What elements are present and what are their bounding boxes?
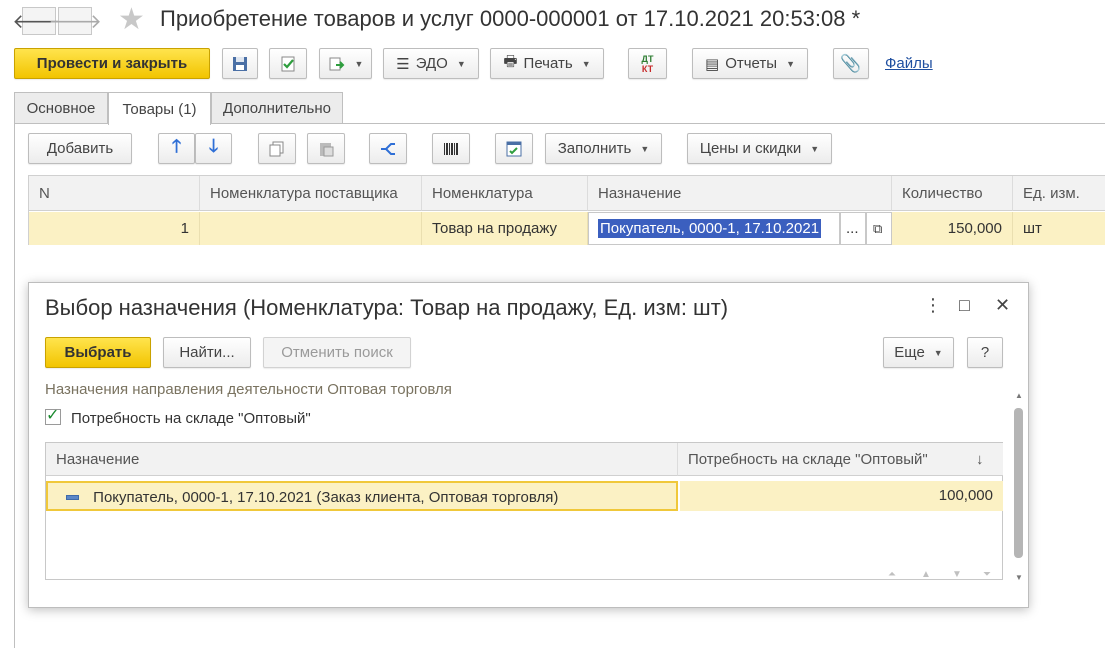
purpose-value: Покупатель, 0000-1, 17.10.2021 — [598, 219, 822, 238]
page-down-icon[interactable]: ▼ — [952, 569, 962, 580]
move-down-button[interactable]: 🡓 — [195, 133, 232, 164]
create-based-icon — [329, 57, 344, 70]
column-header[interactable]: Потребность на складе "Оптовый" — [678, 443, 1003, 476]
purpose-table: Назначение Потребность на складе "Оптовы… — [45, 442, 1003, 580]
purpose-row-cell[interactable]: Покупатель, 0000-1, 17.10.2021 (Заказ кл… — [46, 481, 678, 511]
page-up-icon[interactable]: ▲ — [921, 569, 931, 580]
prices-discounts-button[interactable]: Цены и скидки ▼ — [687, 133, 832, 164]
column-header[interactable]: Номенклатура — [422, 176, 588, 211]
goods-table: N Номенклатура поставщика Номенклатура Н… — [28, 175, 1105, 245]
select-button[interactable]: Выбрать — [45, 337, 151, 368]
move-up-button[interactable]: 🡑 — [158, 133, 195, 164]
dtkt-icon-top: ДТ — [641, 53, 654, 64]
more-options-icon[interactable]: ⋮ — [924, 295, 942, 316]
window-title: Приобретение товаров и услуг 0000-000001… — [160, 6, 861, 31]
copy-row-button[interactable] — [258, 133, 296, 164]
find-button[interactable]: Найти... — [163, 337, 251, 368]
item-marker-icon — [66, 494, 79, 500]
more-button[interactable]: Еще ▼ — [883, 337, 954, 368]
reports-button[interactable]: ▤ Отчеты ▼ — [692, 48, 808, 79]
split-row-button[interactable] — [369, 133, 407, 164]
purpose-select-button[interactable]: ... — [840, 212, 866, 245]
chevron-down-icon: ▼ — [933, 347, 943, 358]
scroll-up-arrow[interactable]: ▲ — [1015, 391, 1023, 400]
chevron-down-icon: ▼ — [581, 58, 591, 69]
chevron-down-icon: ▼ — [354, 58, 364, 69]
purpose-cell[interactable]: Покупатель, 0000-1, 17.10.2021 — [588, 212, 840, 245]
selection-list-icon — [506, 141, 522, 156]
floppy-icon — [233, 56, 247, 71]
post-document-icon — [281, 56, 295, 71]
purpose-open-button[interactable]: ⧉ — [866, 212, 892, 245]
open-form-icon: ⧉ — [873, 221, 883, 236]
paste-icon — [320, 142, 334, 156]
cancel-search-button[interactable]: Отменить поиск — [263, 337, 411, 368]
arrow-down-icon: 🡓 — [208, 135, 219, 156]
reports-icon: ▤ — [705, 55, 720, 73]
chevron-down-icon: ▼ — [640, 143, 650, 154]
need-filter-label[interactable]: Потребность на складе "Оптовый" — [71, 410, 311, 427]
attach-button[interactable]: 📎 — [833, 48, 869, 79]
scrollbar-thumb[interactable] — [1014, 408, 1023, 558]
forward-button[interactable]: 🡒 — [48, 7, 102, 35]
barcode-icon — [444, 142, 458, 155]
column-header[interactable]: Назначение — [588, 176, 892, 211]
tab-goods[interactable]: Товары (1) — [108, 92, 211, 125]
column-header[interactable]: Номенклатура поставщика — [200, 176, 422, 211]
chevron-down-icon: ▼ — [456, 58, 466, 69]
edo-button[interactable]: ☰ ЭДО ▼ — [383, 48, 479, 79]
help-button[interactable]: ? — [967, 337, 1003, 368]
column-header[interactable]: Назначение — [46, 443, 678, 476]
column-header[interactable]: N — [29, 176, 200, 211]
files-link[interactable]: Файлы — [885, 55, 933, 72]
column-header[interactable]: Количество — [892, 176, 1013, 211]
barcode-button[interactable] — [432, 133, 470, 164]
supplier-item-cell[interactable] — [200, 212, 422, 245]
arrow-right-icon: 🡒 — [48, 10, 102, 33]
scroll-down-arrow[interactable]: ▼ — [1015, 573, 1023, 582]
tab-main[interactable]: Основное — [14, 92, 108, 123]
edo-icon: ☰ — [396, 55, 410, 73]
sort-desc-icon: ↓ — [976, 451, 984, 468]
quantity-cell[interactable]: 150,000 — [892, 212, 1013, 245]
post-and-close-button[interactable]: Провести и закрыть — [14, 48, 210, 79]
split-icon — [381, 142, 395, 155]
item-cell[interactable]: Товар на продажу — [422, 212, 588, 245]
copy-icon — [269, 141, 284, 156]
post-button[interactable] — [269, 48, 307, 79]
row-number: 1 — [29, 212, 200, 245]
paperclip-icon: 📎 — [840, 53, 862, 73]
maximize-icon[interactable]: □ — [959, 295, 970, 316]
need-filter-checkbox[interactable]: ✓ — [45, 408, 61, 425]
dialog-title: Выбор назначения (Номенклатура: Товар на… — [45, 295, 729, 320]
create-based-on-button[interactable]: ▼ — [319, 48, 372, 79]
purpose-selection-dialog: Выбор назначения (Номенклатура: Товар на… — [28, 282, 1029, 608]
arrow-up-icon: 🡑 — [171, 135, 182, 156]
chevron-down-icon: ▼ — [810, 143, 820, 154]
select-items-button[interactable] — [495, 133, 533, 164]
unit-cell[interactable]: шт — [1013, 212, 1105, 245]
close-icon[interactable]: ✕ — [995, 295, 1010, 316]
dtkt-icon-bottom: КТ — [641, 63, 654, 74]
last-page-icon[interactable]: ⏷ — [983, 569, 991, 580]
column-header[interactable]: Ед. изм. — [1013, 176, 1105, 211]
purpose-row-text: Покупатель, 0000-1, 17.10.2021 (Заказ кл… — [93, 489, 559, 506]
printer-icon: 🖶 — [503, 53, 518, 70]
tab-additional[interactable]: Дополнительно — [211, 92, 343, 123]
need-cell[interactable]: 100,000 — [680, 481, 1003, 511]
paste-row-button[interactable] — [307, 133, 345, 164]
fill-button[interactable]: Заполнить ▼ — [545, 133, 662, 164]
print-button[interactable]: 🖶 Печать ▼ — [490, 48, 604, 79]
group-title: Назначения направления деятельности Опто… — [45, 381, 452, 398]
first-page-icon[interactable]: ⏶ — [888, 569, 896, 580]
add-row-button[interactable]: Добавить — [28, 133, 132, 164]
dtkt-button[interactable]: ДТ КТ — [628, 48, 667, 79]
star-icon[interactable]: ★ — [118, 2, 145, 37]
content-border — [14, 123, 15, 648]
chevron-down-icon: ▼ — [786, 58, 795, 69]
save-button[interactable] — [222, 48, 258, 79]
